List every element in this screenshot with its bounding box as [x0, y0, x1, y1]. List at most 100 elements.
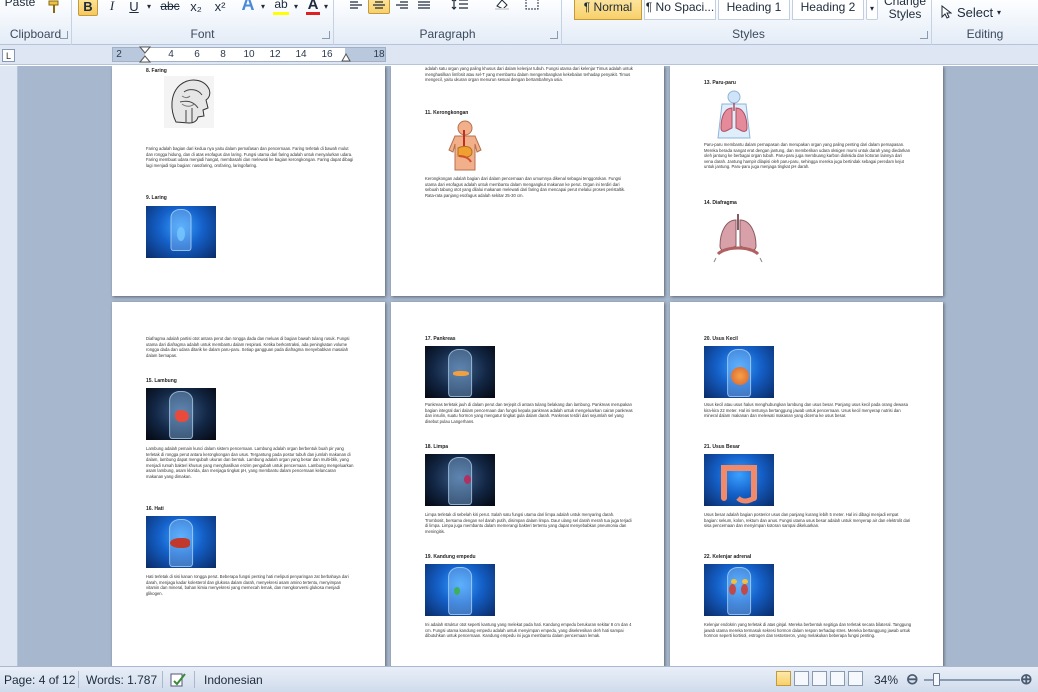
highlight-dropdown-icon[interactable]: ▾ — [292, 0, 300, 16]
style-heading-1[interactable]: Heading 1 — [718, 0, 790, 20]
ruler-tick: 6 — [194, 49, 200, 60]
style-heading-2[interactable]: Heading 2 — [792, 0, 864, 20]
subscript-button[interactable]: x₂ — [186, 0, 206, 16]
pancreas-image — [425, 346, 495, 398]
styles-launcher-icon[interactable] — [920, 31, 928, 39]
superscript-button[interactable]: x² — [210, 0, 230, 16]
heading-limpa: 18. Limpa — [425, 444, 449, 450]
clipboard-launcher-icon[interactable] — [60, 31, 68, 39]
esophagus-image — [441, 120, 489, 172]
zoom-out-icon[interactable]: ⊖ — [906, 670, 919, 688]
ruler-tick: 12 — [269, 49, 281, 60]
liver-image — [146, 516, 216, 568]
style-normal[interactable]: ¶ Normal — [574, 0, 642, 20]
small-intestine-image — [704, 346, 774, 398]
horizontal-ruler[interactable]: 2 4 6 8 10 12 14 16 18 — [112, 46, 386, 64]
outline-view-icon[interactable] — [830, 671, 845, 686]
heading-lambung: 15. Lambung — [146, 378, 177, 384]
page-4[interactable]: Diafragma adalah partisi otot antara per… — [112, 302, 385, 666]
style-no-spacing[interactable]: ¶ No Spaci... — [644, 0, 716, 20]
paragraph-kandung-empedu: Ini adalah struktur otot seperti kantung… — [425, 622, 632, 639]
ruler-tick: 14 — [295, 49, 307, 60]
paste-button[interactable]: Paste — [0, 0, 40, 10]
ruler-tick: 16 — [321, 49, 333, 60]
bold-button[interactable]: B — [78, 0, 98, 16]
styles-group-label: Styles — [732, 27, 765, 41]
page-1[interactable]: 8. Faring Faring adalah bagian dari kedu… — [112, 66, 385, 296]
proofing-icon[interactable] — [170, 671, 188, 690]
font-launcher-icon[interactable] — [322, 31, 330, 39]
borders-icon[interactable] — [520, 0, 544, 14]
paragraph-pankreas: Pankreas terletak jauh di dalam perut da… — [425, 402, 633, 424]
page-count[interactable]: Page: 4 of 12 — [4, 673, 75, 687]
align-left-icon[interactable] — [346, 0, 366, 14]
paragraph-diafragma: Diafragma adalah partisi otot antara per… — [146, 336, 350, 358]
page-2[interactable]: adalah satu organ yang paling khusus dar… — [391, 66, 664, 296]
underline-button[interactable]: U — [124, 0, 144, 16]
heading-laring: 9. Laring — [146, 195, 167, 201]
language-indicator[interactable]: Indonesian — [204, 673, 263, 687]
zoom-slider-thumb[interactable] — [933, 673, 940, 686]
print-layout-view-icon[interactable] — [776, 671, 791, 686]
page-6[interactable]: 20. Usus Kecil Usus kecil atau usus halu… — [670, 302, 943, 666]
font-group: B I U ▾ abc x₂ x² A ▾ ab ▾ A ▾ Font — [72, 0, 334, 45]
align-center-icon[interactable] — [368, 0, 390, 14]
heading-paru-paru: 13. Paru-paru — [704, 80, 736, 86]
align-right-icon[interactable] — [392, 0, 412, 14]
paragraph-timus: adalah satu organ yang paling khusus dar… — [425, 66, 633, 83]
paragraph-limpa: Limpa terletak di sebelah kiri perut. Sa… — [425, 512, 632, 534]
heading-hati: 16. Hati — [146, 506, 164, 512]
select-dropdown-icon[interactable]: ▾ — [994, 2, 1004, 22]
ruler-tick: 8 — [220, 49, 226, 60]
select-button[interactable]: Select — [956, 2, 996, 22]
ruler-tick: 2 — [116, 49, 122, 60]
indent-marker-icon[interactable] — [139, 46, 151, 64]
full-screen-reading-view-icon[interactable] — [794, 671, 809, 686]
larynx-image — [146, 206, 216, 258]
paragraph-usus-besar: Usus besar adalah bagian posterior usus … — [704, 512, 911, 529]
page-5[interactable]: 17. Pankreas Pankreas terletak jauh di d… — [391, 302, 664, 666]
text-effects-dropdown-icon[interactable]: ▾ — [259, 0, 267, 16]
change-styles-button[interactable]: Change Styles — [880, 0, 930, 22]
strikethrough-button[interactable]: abc — [158, 0, 182, 16]
italic-button[interactable]: I — [102, 0, 122, 16]
heading-faring: 8. Faring — [146, 68, 167, 74]
font-color-dropdown-icon[interactable]: ▾ — [322, 0, 330, 16]
word-count[interactable]: Words: 1.787 — [86, 673, 157, 687]
editing-group: Select ▾ Editing — [932, 0, 1038, 45]
heading-usus-kecil: 20. Usus Kecil — [704, 336, 738, 342]
heading-kerongkongan: 11. Kerongkongan — [425, 110, 469, 116]
document-canvas[interactable]: 8. Faring Faring adalah bagian dari kedu… — [18, 66, 1038, 666]
format-painter-icon[interactable] — [44, 0, 64, 16]
spleen-image — [425, 454, 495, 506]
web-layout-view-icon[interactable] — [812, 671, 827, 686]
line-spacing-icon[interactable] — [448, 0, 472, 14]
paragraph-launcher-icon[interactable] — [550, 31, 558, 39]
shading-icon[interactable] — [490, 0, 514, 14]
paragraph-kelenjar-adrenal: Kelenjar endokrin yang terletak di atas … — [704, 622, 912, 639]
paragraph-group: Paragraph — [334, 0, 562, 45]
heading-diafragma: 14. Diafragma — [704, 200, 737, 206]
adrenal-gland-image — [704, 564, 774, 616]
paragraph-kerongkongan: Kerongkongan adalah bagian dari dalam pe… — [425, 176, 626, 198]
justify-icon[interactable] — [414, 0, 434, 14]
underline-dropdown-icon[interactable]: ▾ — [144, 0, 154, 16]
tab-selector-icon[interactable]: L — [2, 49, 15, 62]
clipboard-group: Paste Clipboard — [0, 0, 72, 45]
paragraph-faring: Faring adalah bagian dari kedua nya yait… — [146, 146, 354, 168]
paragraph-lambung: Lambung adalah pemain kunci dalam sistem… — [146, 446, 354, 479]
right-indent-marker-icon[interactable] — [341, 52, 351, 62]
ruler-bar: 2 4 6 8 10 12 14 16 18 — [0, 45, 1038, 65]
page-3[interactable]: 13. Paru-paru Paru-paru membantu dalam p… — [670, 66, 943, 296]
styles-scroll-icon[interactable]: ▾ — [866, 0, 878, 20]
paragraph-group-label: Paragraph — [419, 27, 476, 41]
ruler-tick: 10 — [243, 49, 255, 60]
word-window: Paste Clipboard B I U ▾ abc x₂ x² A ▾ ab… — [0, 0, 1038, 692]
zoom-in-icon[interactable]: ⊕ — [1020, 670, 1033, 688]
select-cursor-icon — [938, 2, 954, 22]
draft-view-icon[interactable] — [848, 671, 863, 686]
paragraph-paru-paru: Paru-paru membantu dalam pernapasan dan … — [704, 142, 911, 170]
zoom-level[interactable]: 34% — [874, 673, 898, 687]
ruler-tick: 4 — [168, 49, 174, 60]
text-effects-button[interactable]: A — [238, 0, 258, 14]
